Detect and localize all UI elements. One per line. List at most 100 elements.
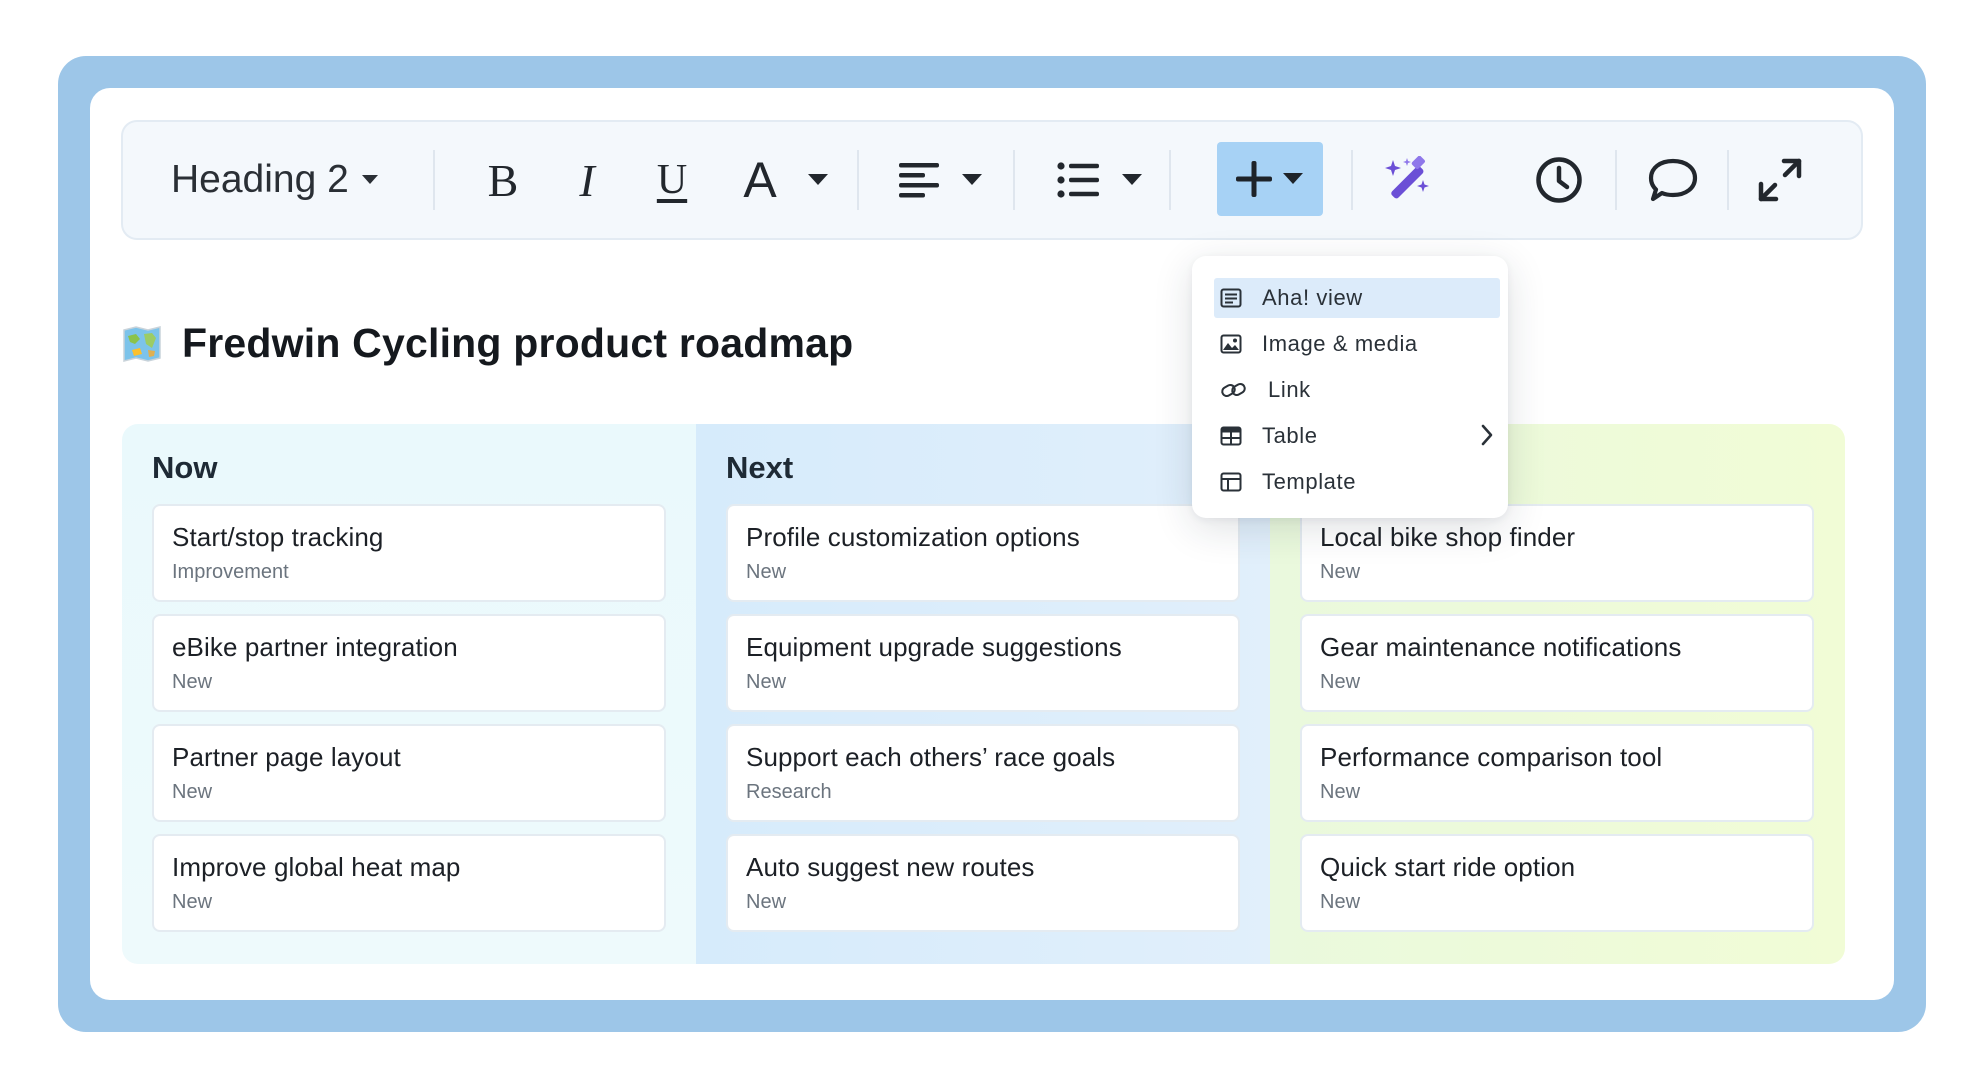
menu-item-label: Aha! view — [1262, 285, 1363, 310]
text-color-label: A — [743, 152, 777, 208]
outer-frame: Heading 2 B I U A Fredwin Cycling produc… — [58, 56, 1926, 1032]
caret-down-icon — [808, 174, 828, 185]
feature-card[interactable]: Partner page layout New — [152, 724, 666, 822]
feature-card[interactable]: Quick start ride option New — [1300, 834, 1814, 932]
clock-icon — [1536, 157, 1582, 203]
editor-card: Heading 2 B I U A Fredwin Cycling produc… — [90, 88, 1894, 1000]
image-icon — [1220, 334, 1242, 354]
view-icon — [1220, 288, 1242, 308]
feature-type: New — [746, 891, 787, 913]
feature-type: New — [1320, 561, 1361, 583]
feature-type: Improvement — [172, 561, 289, 583]
heading-style-select[interactable]: Heading 2 — [171, 122, 379, 238]
feature-card[interactable]: Local bike shop finder New — [1300, 504, 1814, 602]
feature-type: New — [746, 561, 787, 583]
feature-type: New — [746, 671, 787, 693]
feature-card[interactable]: Start/stop tracking Improvement — [152, 504, 666, 602]
map-emoji-icon — [123, 325, 161, 362]
toolbar-divider — [1169, 150, 1171, 210]
bold-button[interactable]: B — [478, 122, 528, 238]
bullet-list-icon — [1057, 162, 1099, 198]
feature-type: New — [172, 781, 213, 803]
comment-icon — [1648, 158, 1698, 202]
menu-item-label: Link — [1268, 377, 1311, 402]
underline-label: U — [656, 157, 688, 203]
underline-button[interactable]: U — [647, 122, 697, 238]
feature-type: New — [172, 671, 213, 693]
toolbar-divider — [433, 150, 435, 210]
feature-type: New — [172, 891, 213, 913]
feature-card[interactable]: Performance comparison tool New — [1300, 724, 1814, 822]
feature-name: Improve global heat map — [172, 852, 461, 882]
toolbar-divider — [1013, 150, 1015, 210]
editor-toolbar: Heading 2 B I U A — [121, 120, 1863, 240]
fullscreen-button[interactable] — [1757, 122, 1803, 238]
expand-icon — [1758, 158, 1802, 202]
menu-item-label: Table — [1262, 423, 1318, 448]
feature-card[interactable]: Support each others’ race goals Research — [726, 724, 1240, 822]
comment-button[interactable] — [1648, 122, 1698, 238]
feature-type: New — [1320, 781, 1361, 803]
bold-label: B — [487, 154, 519, 206]
ai-assistant-button[interactable] — [1383, 122, 1431, 238]
feature-name: Support each others’ race goals — [746, 742, 1116, 772]
menu-item-label: Image & media — [1262, 331, 1418, 356]
feature-name: Auto suggest new routes — [746, 852, 1035, 882]
magic-wand-icon — [1385, 156, 1429, 199]
feature-type: New — [1320, 671, 1361, 693]
toolbar-divider — [857, 150, 859, 210]
feature-card[interactable]: Gear maintenance notifications New — [1300, 614, 1814, 712]
align-left-icon — [899, 163, 939, 198]
menu-item-aha-view[interactable]: Aha! view — [1214, 278, 1500, 318]
feature-name: Performance comparison tool — [1320, 742, 1663, 772]
insert-button[interactable] — [1217, 142, 1323, 216]
feature-card[interactable]: Auto suggest new routes New — [726, 834, 1240, 932]
chevron-right-icon — [1481, 424, 1493, 446]
feature-card[interactable]: Improve global heat map New — [152, 834, 666, 932]
list-button[interactable] — [1057, 122, 1143, 238]
feature-name: Equipment upgrade suggestions — [746, 632, 1122, 662]
feature-name: Profile customization options — [746, 522, 1080, 552]
board-column-now: Now Start/stop tracking Improvement eBik… — [122, 424, 696, 964]
menu-item-template[interactable]: Template — [1214, 462, 1500, 502]
menu-item-image-media[interactable]: Image & media — [1214, 324, 1500, 364]
text-color-button[interactable]: A — [735, 122, 785, 238]
board-column-next: Next Profile customization options New E… — [696, 424, 1270, 964]
insert-menu: Aha! view Image & media Link Table Templ… — [1192, 256, 1508, 518]
feature-name: Start/stop tracking — [172, 522, 384, 552]
feature-name: Quick start ride option — [1320, 852, 1576, 882]
text-color-dropdown[interactable] — [807, 122, 829, 238]
link-icon — [1221, 383, 1246, 397]
toolbar-divider — [1727, 150, 1729, 210]
document-title[interactable]: Fredwin Cycling product roadmap — [182, 320, 853, 367]
document-title-row: Fredwin Cycling product roadmap — [122, 320, 853, 367]
heading-style-label: Heading 2 — [171, 158, 349, 201]
history-button[interactable] — [1535, 122, 1583, 238]
feature-card[interactable]: Profile customization options New — [726, 504, 1240, 602]
table-icon — [1220, 426, 1242, 446]
toolbar-divider — [1351, 150, 1353, 210]
feature-type: New — [1320, 891, 1361, 913]
caret-down-icon — [962, 174, 982, 185]
menu-item-table[interactable]: Table — [1214, 416, 1500, 456]
align-button[interactable] — [899, 122, 983, 238]
feature-name: Local bike shop finder — [1320, 522, 1576, 552]
feature-name: Gear maintenance notifications — [1320, 632, 1682, 662]
feature-card[interactable]: eBike partner integration New — [152, 614, 666, 712]
italic-label: I — [579, 154, 595, 206]
template-icon — [1220, 472, 1242, 492]
feature-type: Research — [746, 781, 832, 803]
caret-down-icon — [1283, 173, 1303, 184]
column-title: Next — [726, 450, 794, 485]
feature-name: eBike partner integration — [172, 632, 458, 662]
menu-item-label: Template — [1262, 469, 1357, 494]
caret-down-icon — [361, 175, 378, 184]
menu-item-link[interactable]: Link — [1214, 370, 1500, 410]
plus-icon — [1236, 161, 1272, 197]
roadmap-board: Now Start/stop tracking Improvement eBik… — [122, 424, 1845, 964]
feature-card[interactable]: Equipment upgrade suggestions New — [726, 614, 1240, 712]
italic-button[interactable]: I — [562, 122, 612, 238]
caret-down-icon — [1122, 174, 1142, 185]
column-title: Now — [152, 450, 218, 485]
toolbar-divider — [1615, 150, 1617, 210]
